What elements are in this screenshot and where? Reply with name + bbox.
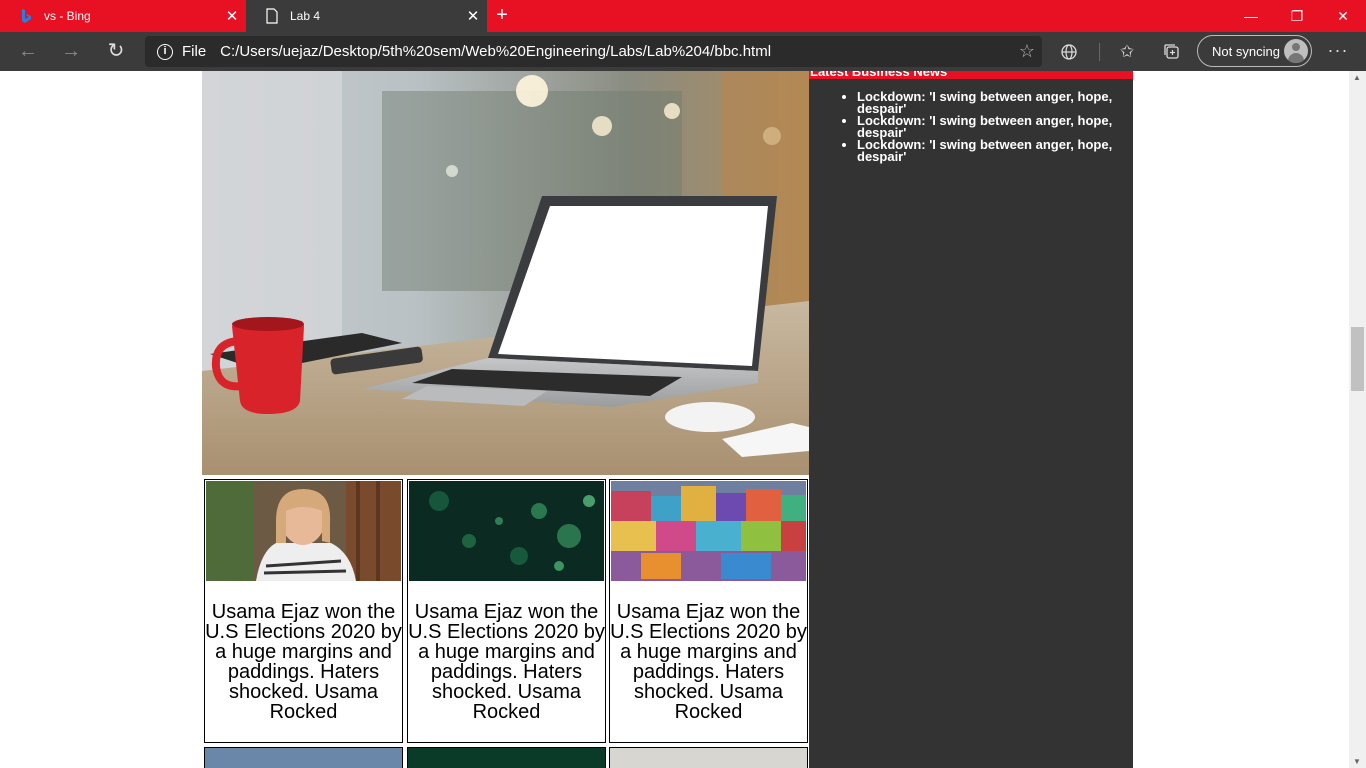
hero-image — [202, 71, 809, 475]
refresh-icon[interactable]: ↻ — [103, 39, 129, 65]
news-item[interactable]: Lockdown: 'I swing between anger, hope, … — [857, 138, 1129, 163]
news-card[interactable] — [609, 747, 808, 768]
card-image-portrait — [206, 481, 401, 581]
browser-toolbar: ← → ↻ i File C:/Users/uejaz/Desktop/5th%… — [0, 32, 1366, 71]
collections-icon[interactable] — [1160, 40, 1184, 64]
page-viewport: Latest Business News Lockdown: 'I swing … — [0, 71, 1349, 768]
news-card[interactable] — [204, 747, 403, 768]
minimize-button[interactable]: — — [1228, 0, 1274, 32]
favorite-star-icon[interactable]: ☆ — [1012, 41, 1042, 62]
news-card[interactable] — [407, 747, 606, 768]
sync-status-label: Not syncing — [1212, 43, 1280, 59]
card-caption: Usama Ejaz won the U.S Elections 2020 by… — [610, 601, 807, 723]
restore-button[interactable]: ❐ — [1274, 0, 1320, 32]
back-arrow-icon[interactable]: ← — [15, 39, 41, 65]
bing-icon — [18, 8, 34, 24]
new-tab-button[interactable]: + — [490, 4, 514, 28]
scroll-thumb[interactable] — [1351, 327, 1364, 391]
news-card[interactable]: Usama Ejaz won the U.S Elections 2020 by… — [204, 479, 403, 743]
translate-globe-icon[interactable] — [1057, 40, 1081, 64]
profile-button[interactable]: Not syncing — [1197, 35, 1312, 67]
business-news-sidebar: Latest Business News Lockdown: 'I swing … — [809, 71, 1133, 768]
card-caption: Usama Ejaz won the U.S Elections 2020 by… — [205, 601, 402, 723]
address-bar[interactable]: i File C:/Users/uejaz/Desktop/5th%20sem/… — [145, 36, 1042, 67]
page-scrollbar[interactable]: ▲ ▼ — [1349, 71, 1366, 768]
close-icon[interactable]: ✕ — [218, 7, 246, 25]
close-icon[interactable]: ✕ — [459, 7, 487, 25]
scheme-label: File — [182, 43, 207, 60]
news-item[interactable]: Lockdown: 'I swing between anger, hope, … — [857, 114, 1129, 139]
tab-lab4[interactable]: Lab 4 ✕ — [246, 0, 487, 32]
favorites-icon[interactable]: ✩ — [1115, 40, 1139, 64]
toolbar-divider — [1099, 43, 1100, 61]
page-icon — [264, 8, 280, 24]
card-image-bokeh — [409, 481, 604, 581]
card-image-colorful-houses — [611, 481, 806, 581]
tab-title: vs - Bing — [44, 9, 91, 23]
tab-bing[interactable]: vs - Bing ✕ — [0, 0, 246, 32]
card-caption: Usama Ejaz won the U.S Elections 2020 by… — [408, 601, 605, 723]
scroll-up-icon[interactable]: ▲ — [1353, 73, 1361, 82]
sidebar-heading: Latest Business News — [809, 71, 1133, 79]
tab-title: Lab 4 — [290, 9, 321, 23]
info-icon[interactable]: i — [157, 43, 173, 60]
scroll-down-icon[interactable]: ▼ — [1353, 757, 1361, 766]
url-text[interactable]: C:/Users/uejaz/Desktop/5th%20sem/Web%20E… — [220, 43, 1012, 60]
news-card[interactable]: Usama Ejaz won the U.S Elections 2020 by… — [609, 479, 808, 743]
news-list: Lockdown: 'I swing between anger, hope, … — [857, 90, 1129, 163]
avatar — [1284, 39, 1308, 63]
close-window-button[interactable]: ✕ — [1320, 0, 1366, 32]
tab-strip: vs - Bing ✕ Lab 4 ✕ + — ❐ ✕ — [0, 0, 1366, 32]
news-card[interactable]: Usama Ejaz won the U.S Elections 2020 by… — [407, 479, 606, 743]
forward-arrow-icon[interactable]: → — [58, 39, 84, 65]
more-menu-icon[interactable]: ··· — [1326, 40, 1350, 61]
news-item[interactable]: Lockdown: 'I swing between anger, hope, … — [857, 90, 1129, 115]
